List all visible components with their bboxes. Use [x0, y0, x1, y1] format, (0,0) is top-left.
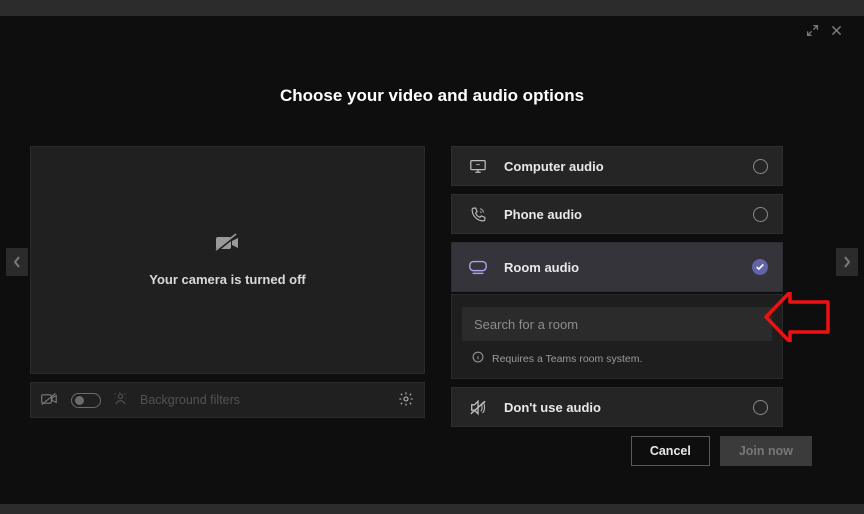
option-label: Phone audio — [504, 207, 582, 222]
camera-off-label: Your camera is turned off — [149, 272, 306, 287]
camera-off-icon — [215, 233, 241, 258]
radio-selected-icon — [752, 259, 768, 275]
expand-icon[interactable] — [804, 22, 820, 38]
room-note-text: Requires a Teams room system. — [492, 353, 642, 365]
radio-unselected-icon — [753, 159, 768, 174]
dialog-buttons: Cancel Join now — [631, 436, 812, 466]
video-preview: Your camera is turned off — [30, 146, 425, 374]
main-content: Your camera is turned off Background fil… — [0, 146, 864, 427]
room-audio-icon — [466, 259, 490, 275]
carousel-next-button[interactable] — [836, 248, 858, 276]
room-audio-expanded: Requires a Teams room system. — [451, 294, 783, 379]
device-settings-button[interactable] — [398, 391, 414, 410]
top-border — [0, 0, 864, 16]
close-icon[interactable] — [828, 22, 844, 38]
room-note: Requires a Teams room system. — [452, 341, 782, 366]
carousel-prev-button[interactable] — [6, 248, 28, 276]
page-title: Choose your video and audio options — [0, 86, 864, 106]
video-controls: Background filters — [30, 382, 425, 418]
camera-toggle-icon — [41, 392, 59, 409]
window-controls — [804, 22, 844, 38]
no-audio-icon — [466, 399, 490, 416]
bottom-border — [0, 504, 864, 514]
option-label: Don't use audio — [504, 400, 601, 415]
camera-toggle[interactable] — [71, 393, 101, 408]
phone-audio-icon — [466, 206, 490, 223]
option-label: Room audio — [504, 260, 579, 275]
bg-filters-label[interactable]: Background filters — [140, 393, 240, 407]
option-computer-audio[interactable]: Computer audio — [451, 146, 783, 186]
info-icon — [472, 351, 484, 366]
option-label: Computer audio — [504, 159, 604, 174]
cancel-button[interactable]: Cancel — [631, 436, 710, 466]
join-now-button: Join now — [720, 436, 812, 466]
room-search-field[interactable] — [462, 307, 772, 341]
option-room-audio[interactable]: Room audio — [451, 242, 783, 292]
computer-audio-icon — [466, 158, 490, 174]
radio-unselected-icon — [753, 207, 768, 222]
room-search-input[interactable] — [474, 317, 760, 332]
option-phone-audio[interactable]: Phone audio — [451, 194, 783, 234]
radio-unselected-icon — [753, 400, 768, 415]
option-dont-use-audio[interactable]: Don't use audio — [451, 387, 783, 427]
bg-filters-icon — [113, 392, 128, 409]
audio-panel: Computer audio Phone audio Room audio — [451, 146, 783, 427]
video-panel: Your camera is turned off Background fil… — [30, 146, 425, 418]
